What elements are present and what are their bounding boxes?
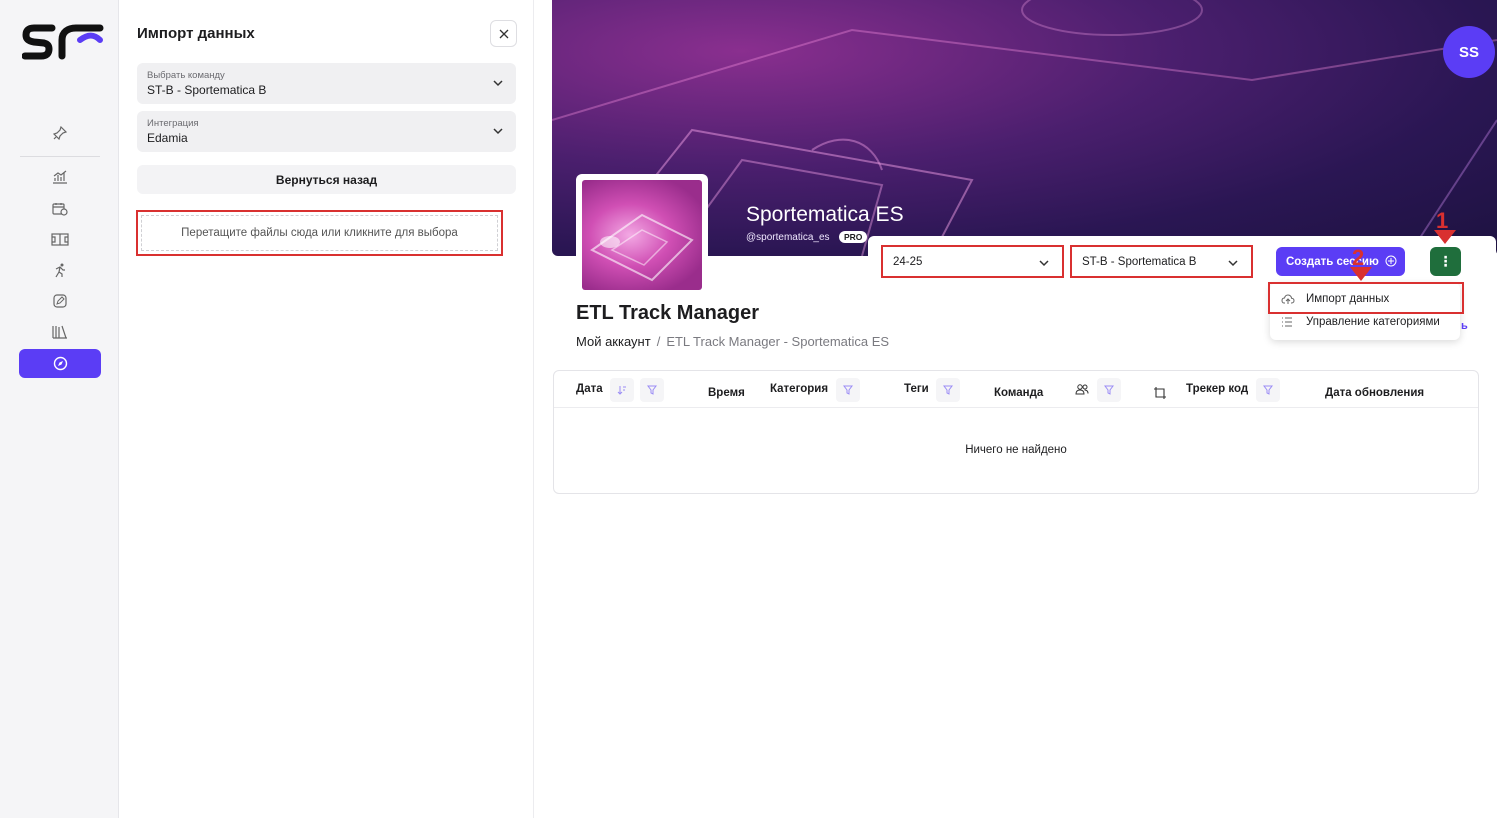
col-team[interactable]: Команда	[994, 387, 1043, 399]
chevron-down-icon	[493, 128, 503, 135]
file-dropzone[interactable]: Перетащите файлы сюда или кликните для в…	[136, 210, 503, 256]
app-root: Импорт данных Выбрать команду ST-B - Spo…	[0, 0, 1500, 818]
filter-icon[interactable]	[836, 378, 860, 402]
rail-divider	[20, 156, 100, 157]
more-options-button[interactable]: ⋮	[1430, 247, 1461, 276]
import-panel: Импорт данных Выбрать команду ST-B - Spo…	[120, 0, 534, 818]
filter-icon[interactable]	[1097, 378, 1121, 402]
breadcrumb-current: ETL Track Manager - Sportematica ES	[666, 334, 890, 349]
profile-picture	[576, 174, 708, 296]
main-content: SS Sportematica ES @sportematica_es PRO …	[535, 0, 1500, 818]
library-icon[interactable]	[47, 321, 73, 343]
filter-icon[interactable]	[936, 378, 960, 402]
integration-select-value: Edamia	[147, 131, 188, 145]
annotation-arrow-1	[1434, 230, 1456, 244]
chevron-down-icon	[1228, 260, 1238, 267]
sort-icon[interactable]	[610, 378, 634, 402]
breadcrumb-separator: /	[656, 334, 661, 349]
left-rail	[0, 0, 119, 818]
crop-icon	[1148, 381, 1172, 405]
team-filter-select[interactable]: ST-B - Sportematica B	[1070, 245, 1253, 278]
sportematica-logo[interactable]	[22, 18, 104, 66]
field-icon[interactable]	[47, 228, 73, 250]
filter-icon[interactable]	[1256, 378, 1280, 402]
col-tracker-code[interactable]: Трекер код	[1186, 383, 1248, 395]
integration-select[interactable]: Интеграция Edamia	[137, 111, 516, 152]
list-icon	[1281, 316, 1295, 328]
etl-nav-active[interactable]	[19, 349, 101, 378]
create-session-label: Создать сессию	[1286, 255, 1379, 268]
team-select[interactable]: Выбрать команду ST-B - Sportematica B	[137, 63, 516, 104]
chevron-down-icon	[1039, 260, 1049, 267]
sessions-table: Дата Время Категория Теги Команда Трекер…	[553, 370, 1479, 494]
pin-icon[interactable]	[47, 122, 73, 144]
pro-badge: PRO	[839, 231, 868, 243]
org-handle: @sportematica_es	[746, 232, 830, 243]
filter-icon[interactable]	[640, 378, 664, 402]
col-tags[interactable]: Теги	[904, 383, 929, 395]
season-select-value: 24-25	[893, 255, 923, 268]
table-header: Дата Время Категория Теги Команда Трекер…	[554, 371, 1478, 408]
dropzone-text: Перетащите файлы сюда или кликните для в…	[181, 227, 458, 239]
team-filter-value: ST-B - Sportematica B	[1082, 255, 1197, 268]
org-name: Sportematica ES	[746, 203, 904, 226]
user-avatar[interactable]: SS	[1443, 26, 1495, 78]
team-select-value: ST-B - Sportematica B	[147, 83, 267, 97]
pitch-thumbnail	[590, 213, 694, 282]
compass-icon	[53, 356, 67, 371]
col-time[interactable]: Время	[708, 387, 745, 399]
plus-circle-icon	[1385, 255, 1397, 267]
partially-hidden-text: ь	[1461, 320, 1468, 332]
create-session-button[interactable]: Создать сессию	[1276, 247, 1405, 276]
analytics-icon[interactable]	[47, 166, 73, 188]
annotation-highlight-import	[1268, 282, 1464, 314]
breadcrumb: Мой аккаунт / ETL Track Manager - Sporte…	[576, 334, 889, 349]
breadcrumb-account[interactable]: Мой аккаунт	[576, 334, 651, 349]
col-updated-date[interactable]: Дата обновления	[1325, 387, 1424, 399]
close-icon	[499, 29, 508, 38]
chevron-down-icon	[493, 80, 503, 87]
empty-state-text: Ничего не найдено	[965, 444, 1067, 456]
edit-icon[interactable]	[47, 290, 73, 312]
col-category[interactable]: Категория	[770, 383, 828, 395]
col-date[interactable]: Дата	[576, 383, 603, 395]
close-button[interactable]	[490, 20, 517, 47]
integration-select-label: Интеграция	[147, 118, 199, 129]
calendar-clock-icon[interactable]	[47, 198, 73, 220]
season-select[interactable]: 24-25	[881, 245, 1064, 278]
page-title: ETL Track Manager	[576, 302, 760, 324]
annotation-arrow-2	[1350, 267, 1372, 281]
menu-item-categories-label: Управление категориями	[1306, 316, 1440, 328]
back-button[interactable]: Вернуться назад	[137, 165, 516, 194]
users-icon	[1070, 377, 1094, 401]
runner-icon[interactable]	[47, 259, 73, 281]
panel-title: Импорт данных	[137, 25, 255, 42]
team-select-label: Выбрать команду	[147, 70, 225, 81]
